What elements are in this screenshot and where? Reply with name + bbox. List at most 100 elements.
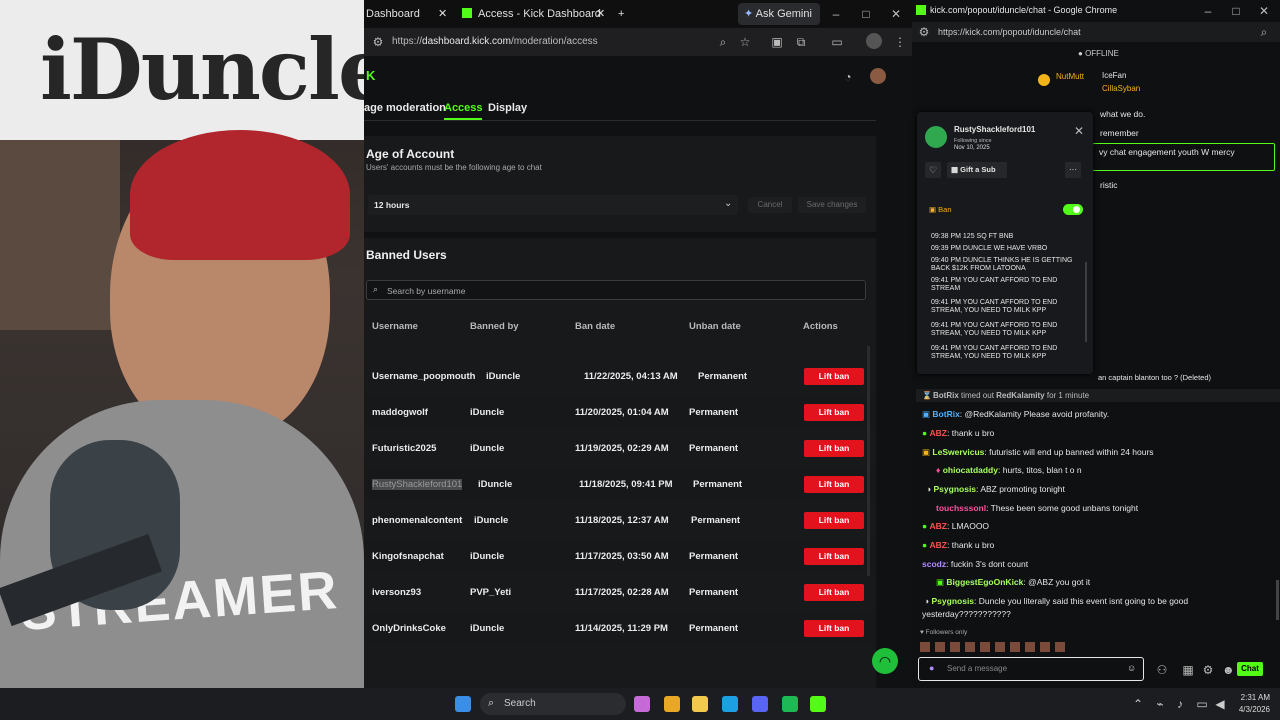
chat-username[interactable]: ABZ xyxy=(930,428,947,438)
tab-access[interactable]: Access - Kick Dashboard ✕ xyxy=(460,3,610,25)
address-bar[interactable]: ⚙ https://kick.com/popout/iduncle/chat ⌕ xyxy=(912,22,1280,42)
chevron-up-icon[interactable]: ⌃ xyxy=(1132,697,1144,711)
url-text[interactable]: https://dashboard.kick.com/moderation/ac… xyxy=(392,36,598,47)
lift-ban-button[interactable]: Lift ban xyxy=(804,404,864,421)
clock-date[interactable]: 4/3/2026 xyxy=(1234,705,1270,714)
bookmark-star-icon[interactable]: ☆ xyxy=(738,35,752,49)
mic-tray-icon[interactable]: ♪ xyxy=(1174,697,1186,711)
top-user[interactable]: IceFan xyxy=(1102,71,1126,80)
new-tab-button[interactable]: + xyxy=(618,3,632,25)
display-icon[interactable]: ▭ xyxy=(1196,697,1208,711)
top-user[interactable]: NutMutt xyxy=(1056,72,1084,81)
zoom-icon[interactable]: ⌕ xyxy=(716,35,730,49)
lift-ban-button[interactable]: Lift ban xyxy=(804,548,864,565)
puzzle-icon[interactable]: ⧉ xyxy=(794,35,808,49)
emote-picker-icon[interactable]: ☻ xyxy=(1222,663,1235,677)
follow-heart-icon[interactable]: ♡ xyxy=(925,162,941,178)
ban-date-cell: 11/22/2025, 04:13 AM xyxy=(584,371,678,382)
maximize-icon[interactable]: □ xyxy=(1230,4,1242,18)
chat-username[interactable]: touchsssonl xyxy=(936,503,986,513)
chat-scrollbar[interactable] xyxy=(1276,580,1279,620)
tab-dashboard[interactable]: Dashboard ✕ xyxy=(366,3,454,25)
chat-username[interactable]: ohiocatdaddy xyxy=(943,465,998,475)
nav-age-moderation[interactable]: age moderation xyxy=(364,102,446,114)
lift-ban-button[interactable]: Lift ban xyxy=(804,368,864,385)
lift-ban-button[interactable]: Lift ban xyxy=(804,512,864,529)
url-text[interactable]: https://kick.com/popout/iduncle/chat xyxy=(938,27,1081,37)
kick-app-icon[interactable] xyxy=(810,696,826,712)
copilot-icon[interactable] xyxy=(634,696,650,712)
nav-access[interactable]: Access xyxy=(444,102,483,114)
nav-display[interactable]: Display xyxy=(488,102,527,114)
col-unban-date[interactable]: Unban date xyxy=(689,321,741,332)
ban-toggle[interactable] xyxy=(1063,204,1083,215)
users-icon[interactable]: ⚇ xyxy=(1152,663,1172,677)
chat-username[interactable]: BiggestEgoOnKick xyxy=(946,577,1023,587)
chat-username[interactable]: Psygnosis xyxy=(934,484,977,494)
site-info-icon[interactable]: ⚙ xyxy=(918,25,930,39)
support-chat-icon[interactable]: ◠ xyxy=(872,648,898,674)
top-user[interactable]: CillaSyban xyxy=(1102,84,1140,93)
popup-username[interactable]: RustyShackleford101 xyxy=(954,125,1035,134)
lift-ban-button[interactable]: Lift ban xyxy=(804,476,864,493)
col-ban-date[interactable]: Ban date xyxy=(575,321,615,332)
menu-dots-icon[interactable]: ⋮ xyxy=(894,35,906,49)
volume-icon[interactable]: ◀ xyxy=(1214,697,1226,711)
windows-start-icon[interactable] xyxy=(455,696,471,712)
edge-icon[interactable] xyxy=(722,696,738,712)
chat-username[interactable]: ABZ xyxy=(930,521,947,531)
search-input[interactable]: ⌕ Search by username xyxy=(366,280,866,300)
close-icon[interactable]: ✕ xyxy=(596,3,605,25)
zoom-icon[interactable]: ⌕ xyxy=(1258,25,1270,39)
close-window-icon[interactable]: ✕ xyxy=(890,7,902,21)
lift-ban-button[interactable]: Lift ban xyxy=(804,440,864,457)
chat-username[interactable]: scodz xyxy=(922,559,946,569)
lift-ban-button[interactable]: Lift ban xyxy=(804,584,864,601)
gift-icon[interactable]: ▦ xyxy=(1182,663,1194,677)
chat-username[interactable]: BotRix xyxy=(932,409,959,419)
tab-search-icon[interactable]: ▭ xyxy=(830,35,844,49)
maximize-icon[interactable]: □ xyxy=(860,7,872,21)
profile-avatar[interactable] xyxy=(866,33,882,49)
scrollbar[interactable] xyxy=(867,346,870,576)
col-banned-by[interactable]: Banned by xyxy=(470,321,519,332)
lift-ban-button[interactable]: Lift ban xyxy=(804,620,864,637)
timeout-target[interactable]: RedKalamity xyxy=(996,391,1044,400)
close-window-icon[interactable]: ✕ xyxy=(1258,4,1270,18)
chat-send-button[interactable]: Chat xyxy=(1237,662,1263,676)
close-icon[interactable]: ✕ xyxy=(438,3,447,25)
minimize-icon[interactable]: – xyxy=(830,7,842,21)
mic-icon[interactable]: ● xyxy=(929,663,934,673)
chat-username[interactable]: ABZ xyxy=(930,540,947,550)
col-username[interactable]: Username xyxy=(372,321,418,332)
message-input[interactable]: ● Send a message ☺ xyxy=(918,657,1144,681)
minimize-icon[interactable]: – xyxy=(1202,4,1214,18)
more-options-icon[interactable]: ⋯ xyxy=(1065,162,1081,178)
emoji-icon[interactable]: ☺ xyxy=(1127,663,1136,673)
user-avatar[interactable] xyxy=(870,68,886,84)
gear-icon[interactable]: ⚙ xyxy=(1202,663,1214,677)
cancel-button[interactable]: Cancel xyxy=(748,197,792,213)
timeout-user[interactable]: BotRix xyxy=(933,391,959,400)
clock-time[interactable]: 2:31 AM xyxy=(1234,693,1270,702)
scrollbar[interactable] xyxy=(1085,262,1087,342)
spotify-icon[interactable] xyxy=(782,696,798,712)
help-icon[interactable]: ◔ xyxy=(841,70,855,84)
ask-gemini-button[interactable]: ✦ Ask Gemini xyxy=(738,3,820,25)
network-icon[interactable]: ⌁ xyxy=(1154,697,1166,711)
site-info-icon[interactable]: ⚙ xyxy=(372,35,384,49)
extension-icon[interactable]: ▣ xyxy=(770,35,784,49)
chat-username[interactable]: LeSwervicus xyxy=(932,447,984,457)
save-changes-button[interactable]: Save changes xyxy=(798,197,866,213)
emote-bar[interactable] xyxy=(920,642,1070,652)
file-explorer-icon[interactable] xyxy=(692,696,708,712)
chrome-icon[interactable] xyxy=(664,696,680,712)
age-select[interactable]: 12 hours ⌄ xyxy=(368,195,738,215)
address-bar[interactable]: ⚙ https://dashboard.kick.com/moderation/… xyxy=(364,28,912,56)
gift-sub-button[interactable]: ▦ Gift a Sub xyxy=(947,162,1007,178)
taskbar-search[interactable]: ⌕ Search xyxy=(480,693,626,715)
chat-username[interactable]: Psygnosis xyxy=(932,596,975,606)
kick-logo-icon[interactable]: K xyxy=(366,68,384,83)
close-icon[interactable]: ✕ xyxy=(1073,124,1085,138)
discord-icon[interactable] xyxy=(752,696,768,712)
